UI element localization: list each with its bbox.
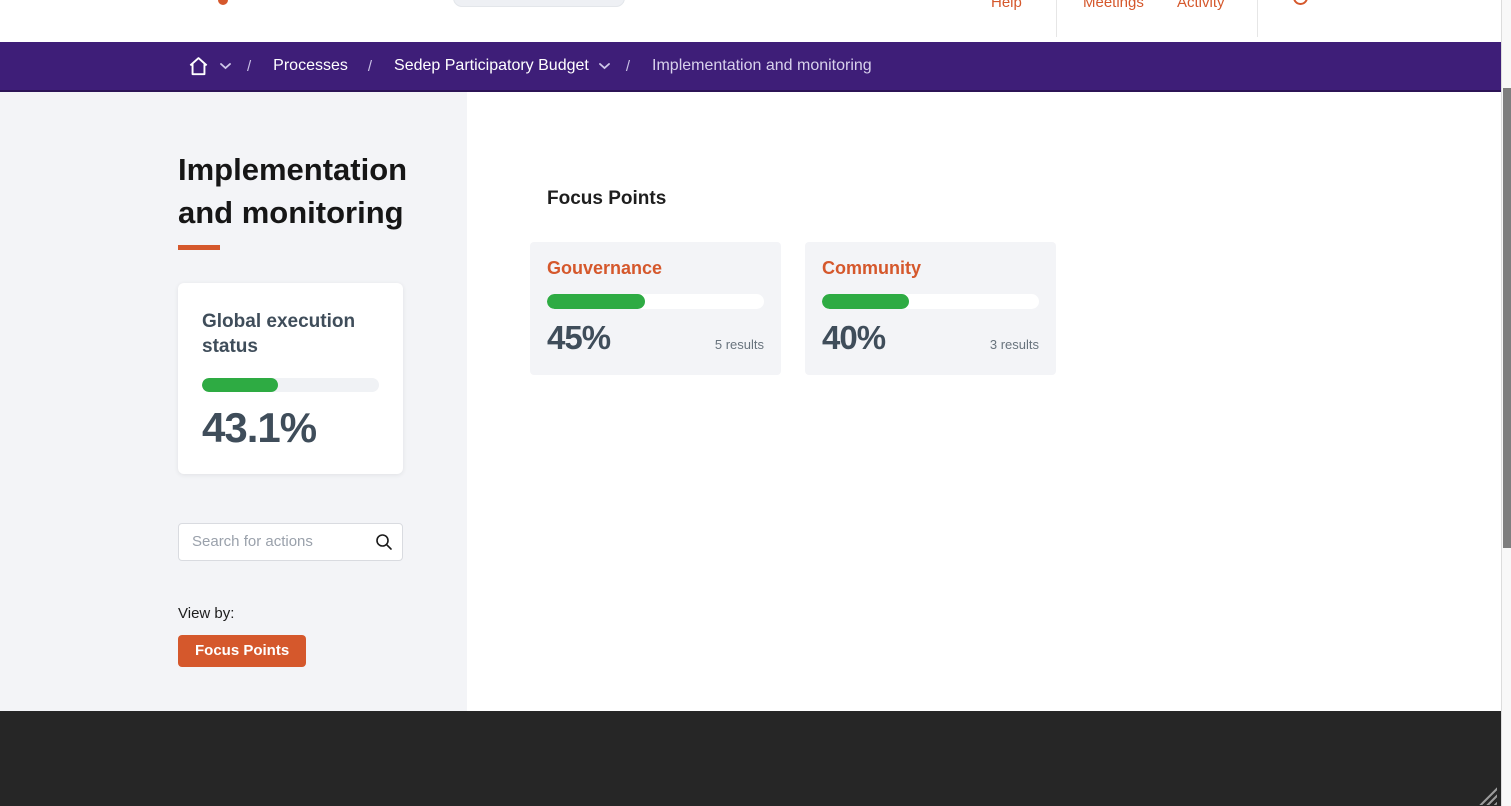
language-globe-icon[interactable] xyxy=(1293,0,1308,5)
scrollbar-track[interactable] xyxy=(1501,0,1511,806)
view-by-label: View by: xyxy=(178,605,445,622)
focus-point-progress-bar xyxy=(547,294,764,309)
header-link-help[interactable]: Help xyxy=(991,0,1022,11)
header-divider xyxy=(1257,0,1258,37)
chevron-down-icon[interactable] xyxy=(599,63,610,70)
resize-grip-icon[interactable] xyxy=(1479,787,1497,805)
breadcrumb-separator: / xyxy=(626,58,630,75)
title-accent-rule xyxy=(178,245,220,250)
global-progress-value: 43.1% xyxy=(202,404,379,452)
actions-search xyxy=(178,523,403,561)
breadcrumb-separator: / xyxy=(368,58,372,75)
focus-point-card-gouvernance: Gouvernance 45% 5 results xyxy=(530,242,781,375)
scrollbar-thumb[interactable] xyxy=(1503,88,1511,548)
focus-point-results-count: 3 results xyxy=(990,337,1039,357)
focus-point-progress-value: 45% xyxy=(547,319,610,357)
search-input[interactable] xyxy=(178,523,403,561)
breadcrumb-separator: / xyxy=(247,58,251,75)
header-link-activity[interactable]: Activity xyxy=(1177,0,1225,11)
home-icon[interactable] xyxy=(187,55,210,78)
global-progress-fill xyxy=(202,378,278,392)
breadcrumb-item-current: Implementation and monitoring xyxy=(652,57,872,75)
global-search-input[interactable] xyxy=(453,0,625,7)
breadcrumb-item-processes[interactable]: Processes xyxy=(273,57,348,75)
breadcrumb-item-process[interactable]: Sedep Participatory Budget xyxy=(394,57,589,75)
search-icon[interactable] xyxy=(375,533,393,556)
focus-points-heading: Focus Points xyxy=(547,188,1501,210)
focus-point-progress-fill xyxy=(547,294,645,309)
page: Help Meetings Activity / Processes / Sed… xyxy=(0,0,1511,806)
focus-point-card-community: Community 40% 3 results xyxy=(805,242,1056,375)
focus-point-progress-value: 40% xyxy=(822,319,885,357)
chevron-down-icon[interactable] xyxy=(220,63,231,70)
main-content: Focus Points Gouvernance 45% 5 results C… xyxy=(467,92,1501,711)
footer: anarres Decidim Home My account Configur… xyxy=(0,711,1501,806)
status-card-title: Global execution status xyxy=(202,309,379,360)
global-execution-status-card: Global execution status 43.1% xyxy=(178,283,403,474)
header-divider xyxy=(1056,0,1057,37)
focus-point-link[interactable]: Gouvernance xyxy=(547,258,764,279)
focus-point-results-count: 5 results xyxy=(715,337,764,357)
focus-point-progress-fill xyxy=(822,294,909,309)
site-logo-icon[interactable] xyxy=(218,0,228,5)
focus-point-progress-bar xyxy=(822,294,1039,309)
focus-point-link[interactable]: Community xyxy=(822,258,1039,279)
focus-points-cards: Gouvernance 45% 5 results Community 40% … xyxy=(530,242,1501,375)
global-progress-bar xyxy=(202,378,379,392)
focus-points-filter-button[interactable]: Focus Points xyxy=(178,635,306,667)
top-header: Help Meetings Activity xyxy=(0,0,1501,42)
page-title: Implementation and monitoring xyxy=(178,149,450,235)
breadcrumb: / Processes / Sedep Participatory Budget… xyxy=(0,42,1501,92)
header-link-meetings[interactable]: Meetings xyxy=(1083,0,1144,11)
sidebar: Implementation and monitoring Global exe… xyxy=(0,92,467,711)
